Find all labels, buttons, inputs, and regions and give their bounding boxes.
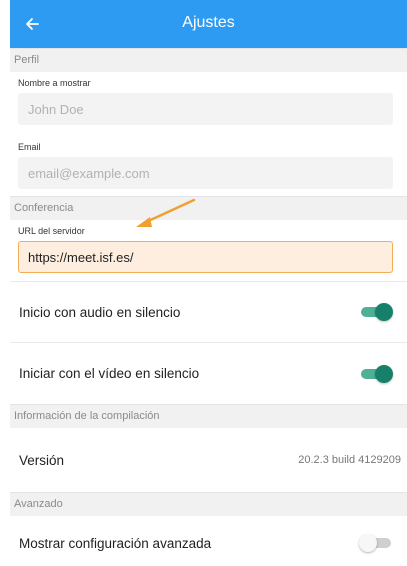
email-input[interactable] [18, 157, 393, 189]
server-url-input[interactable] [18, 241, 393, 273]
server-url-label: URL del servidor [18, 226, 85, 236]
version-label: Versión [19, 452, 65, 468]
section-header-conference: Conferencia [10, 196, 407, 220]
server-url-block: URL del servidor [10, 220, 407, 282]
show-advanced-row: Mostrar configuración avanzada [10, 516, 407, 566]
display-name-input[interactable] [18, 93, 393, 125]
display-name-label: Nombre a mostrar [18, 78, 91, 88]
audio-muted-row: Inicio con audio en silencio [10, 282, 407, 343]
email-label: Email [18, 142, 41, 152]
show-advanced-label: Mostrar configuración avanzada [19, 535, 212, 551]
show-advanced-switch[interactable] [359, 533, 391, 553]
video-muted-switch-thumb [375, 364, 393, 383]
display-name-block: Nombre a mostrar [10, 72, 407, 132]
settings-list: Perfil Nombre a mostrar Email Conferenci… [10, 48, 407, 566]
audio-muted-label: Inicio con audio en silencio [19, 304, 181, 320]
video-muted-row: Iniciar con el vídeo en silencio [10, 343, 407, 404]
audio-muted-switch-thumb [375, 303, 393, 321]
section-header-profile: Perfil [10, 48, 407, 72]
video-muted-label: Iniciar con el vídeo en silencio [19, 366, 200, 381]
section-header-advanced: Avanzado [10, 492, 407, 516]
version-value: 20.2.3 build 4129209 [298, 454, 401, 466]
page-title: Ajustes [182, 14, 235, 31]
email-block: Email [10, 132, 407, 196]
audio-muted-switch[interactable] [361, 302, 393, 322]
section-header-build-info: Información de la compilación [10, 404, 407, 428]
app-bar: Ajustes [10, 0, 407, 48]
show-advanced-switch-thumb [359, 534, 377, 552]
version-row: Versión 20.2.3 build 4129209 [10, 428, 407, 492]
video-muted-switch[interactable] [361, 364, 393, 384]
